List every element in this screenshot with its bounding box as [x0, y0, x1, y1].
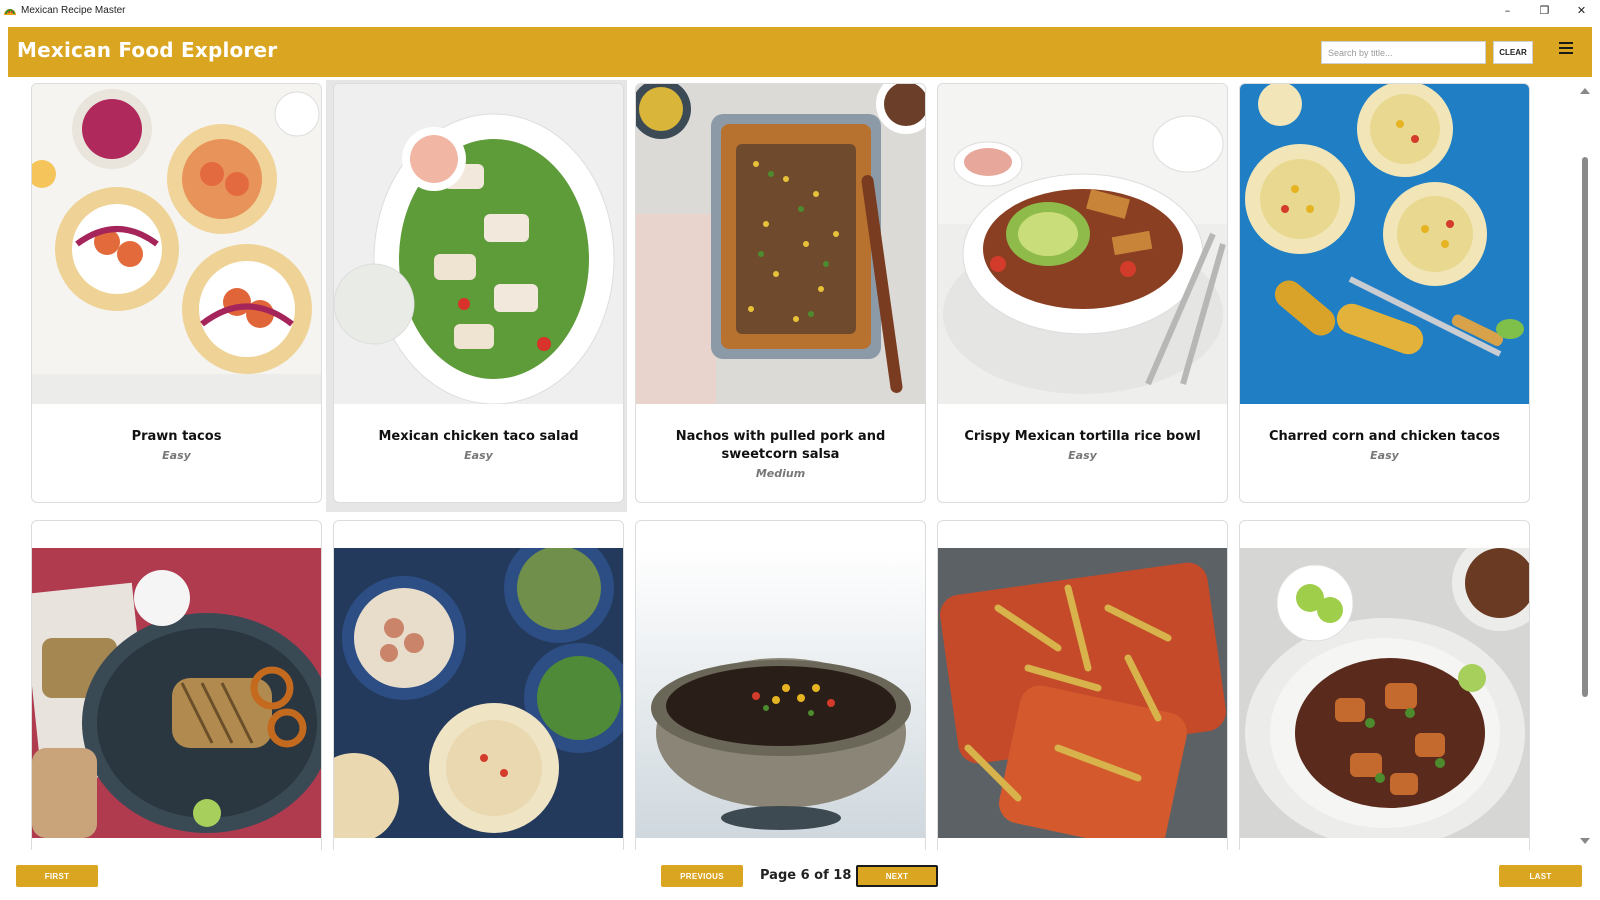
- recipe-image-bean-soup: [636, 548, 925, 838]
- scroll-up-icon[interactable]: [1580, 88, 1590, 94]
- hamburger-menu-icon[interactable]: [1559, 42, 1573, 54]
- previous-page-button[interactable]: PREVIOUS: [661, 865, 743, 887]
- recipe-grid: Prawn tacos Easy Mexican chicken taco sa…: [0, 80, 1570, 850]
- clear-button[interactable]: CLEAR: [1493, 41, 1533, 64]
- recipe-image-charred-corn-tacos: [1240, 84, 1529, 404]
- recipe-difficulty: Easy: [1370, 449, 1399, 462]
- vertical-scrollbar[interactable]: [1577, 82, 1593, 852]
- recipe-title: Charred corn and chicken tacos: [1268, 429, 1501, 444]
- recipe-image-prawn-tacos: [32, 84, 321, 404]
- recipe-card[interactable]: Nachos with pulled pork and sweetcorn sa…: [635, 83, 926, 503]
- recipe-difficulty: Easy: [162, 449, 191, 462]
- recipe-card[interactable]: Crispy Mexican tortilla rice bowl Easy: [937, 83, 1228, 503]
- recipe-title: Nachos with pulled pork and sweetcorn sa…: [675, 429, 886, 462]
- minimize-button[interactable]: –: [1489, 0, 1526, 20]
- next-page-button[interactable]: NEXT: [856, 865, 938, 887]
- scrollbar-thumb[interactable]: [1582, 157, 1588, 697]
- recipe-card-body: Prawn tacos Easy: [32, 428, 321, 462]
- taco-app-icon: [3, 3, 17, 17]
- page-indicator: Page 6 of 18: [760, 868, 852, 883]
- recipe-card[interactable]: [333, 520, 624, 850]
- recipe-card-body: Crispy Mexican tortilla rice bowl Easy: [938, 428, 1227, 462]
- recipe-card[interactable]: Charred corn and chicken tacos Easy: [1239, 83, 1530, 503]
- recipe-card[interactable]: [31, 520, 322, 850]
- recipe-image-nachos: [636, 84, 925, 404]
- recipe-difficulty: Easy: [464, 449, 493, 462]
- app-header: Mexican Food Explorer CLEAR: [8, 27, 1592, 77]
- restore-button[interactable]: ❐: [1526, 0, 1563, 20]
- recipe-card[interactable]: [1239, 520, 1530, 850]
- recipe-title: Prawn tacos: [131, 429, 222, 444]
- recipe-title: Crispy Mexican tortilla rice bowl: [964, 429, 1201, 444]
- recipe-image-chicken-taco-salad: [334, 84, 623, 404]
- recipe-image-grilled-fish: [32, 548, 321, 838]
- recipe-card[interactable]: [635, 520, 926, 850]
- recipe-card[interactable]: Prawn tacos Easy: [31, 83, 322, 503]
- recipe-difficulty: Easy: [1068, 449, 1097, 462]
- window-title: Mexican Recipe Master: [21, 4, 126, 16]
- recipe-difficulty: Medium: [755, 467, 806, 480]
- scroll-down-icon[interactable]: [1580, 838, 1590, 844]
- close-button[interactable]: ✕: [1563, 0, 1600, 20]
- recipe-card-body: Charred corn and chicken tacos Easy: [1240, 428, 1529, 462]
- recipe-image-spiced-sweet-potato: [1240, 548, 1529, 838]
- recipe-image-fish-tacos: [334, 548, 623, 838]
- recipe-image-tortilla-rice-bowl: [938, 84, 1227, 404]
- recipe-card[interactable]: Mexican chicken taco salad Easy: [333, 83, 624, 503]
- recipe-card[interactable]: [937, 520, 1228, 850]
- last-page-button[interactable]: LAST: [1499, 865, 1582, 887]
- recipe-card-body: Nachos with pulled pork and sweetcorn sa…: [636, 428, 925, 480]
- page-title: Mexican Food Explorer: [17, 38, 278, 62]
- search-input[interactable]: [1321, 41, 1486, 64]
- recipe-card-body: Mexican chicken taco salad Easy: [334, 428, 623, 462]
- recipe-image-crispy-flatbread: [938, 548, 1227, 838]
- first-page-button[interactable]: FIRST: [16, 865, 98, 887]
- recipe-title: Mexican chicken taco salad: [378, 429, 579, 444]
- window-titlebar: Mexican Recipe Master – ❐ ✕: [0, 0, 1600, 20]
